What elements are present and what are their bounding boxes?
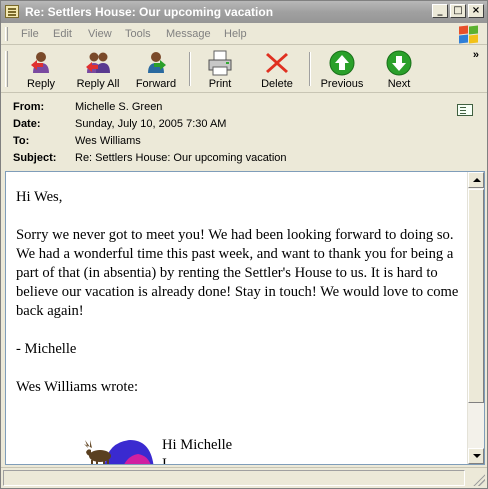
message-body-pane[interactable]: Hi Wes, Sorry we never got to meet you! … <box>5 171 485 465</box>
printer-icon <box>206 49 234 77</box>
minimize-button[interactable]: _ <box>432 4 448 18</box>
window-title: Re: Settlers House: Our upcoming vacatio… <box>25 5 274 19</box>
scroll-down-button[interactable] <box>468 448 484 464</box>
toolbar: Reply Reply All Forward Print Delete Pre… <box>1 46 487 93</box>
next-button[interactable]: Next <box>377 48 421 92</box>
quoted-text: Hi Michelle I … <box>162 436 233 465</box>
windows-logo-icon <box>459 25 479 44</box>
greeting: Hi Wes, <box>16 189 63 205</box>
from-value[interactable]: Michelle S. Green <box>75 101 162 113</box>
message-body: Hi Wes, Sorry we never got to meet you! … <box>16 188 462 416</box>
contact-card-icon[interactable] <box>457 104 473 116</box>
forward-button[interactable]: Forward <box>129 48 183 92</box>
date-value: Sunday, July 10, 2005 7:30 AM <box>75 118 227 130</box>
scroll-up-button[interactable] <box>468 172 484 188</box>
reply-all-icon <box>84 49 112 77</box>
to-value[interactable]: Wes Williams <box>75 135 141 147</box>
message-header: From: Michelle S. Green Date: Sunday, Ju… <box>1 94 487 169</box>
to-label: To: <box>13 135 30 147</box>
down-arrow-icon <box>385 49 413 77</box>
menu-file[interactable]: File <box>21 28 39 40</box>
date-label: Date: <box>13 118 41 130</box>
quoted-line-partial: I … <box>162 456 186 465</box>
toolbar-separator <box>189 52 191 86</box>
print-button[interactable]: Print <box>197 48 243 92</box>
menu-tools[interactable]: Tools <box>125 28 151 40</box>
body-paragraph: Sorry we never got to meet you! We had b… <box>16 227 459 319</box>
message-icon <box>5 5 19 18</box>
status-panel <box>3 470 465 486</box>
toolbar-overflow-button[interactable]: » <box>473 49 479 61</box>
moose-logo-image <box>82 434 156 464</box>
close-button[interactable]: × <box>468 4 484 18</box>
previous-button[interactable]: Previous <box>315 48 369 92</box>
from-label: From: <box>13 101 45 113</box>
status-bar <box>1 467 487 488</box>
menu-bar: File Edit View Tools Message Help <box>1 23 487 45</box>
toolbar-grip[interactable] <box>5 51 8 87</box>
menu-view[interactable]: View <box>88 28 112 40</box>
menu-edit[interactable]: Edit <box>53 28 72 40</box>
subject-label: Subject: <box>13 152 57 164</box>
vertical-scrollbar[interactable] <box>467 172 484 464</box>
quoted-greeting: Hi Michelle <box>162 437 233 453</box>
up-arrow-icon <box>328 49 356 77</box>
subject-value: Re: Settlers House: Our upcoming vacatio… <box>75 152 287 164</box>
delete-x-icon <box>263 49 291 77</box>
scroll-thumb[interactable] <box>468 189 484 403</box>
quoted-message: Hi Michelle I … <box>82 434 462 465</box>
email-window: Re: Settlers House: Our upcoming vacatio… <box>0 0 488 489</box>
reply-icon <box>27 49 55 77</box>
toolbar-separator <box>309 52 311 86</box>
reply-button[interactable]: Reply <box>15 48 67 92</box>
quote-intro: Wes Williams wrote: <box>16 379 138 395</box>
maximize-button[interactable]: □ <box>450 4 466 18</box>
forward-icon <box>142 49 170 77</box>
title-bar[interactable]: Re: Settlers House: Our upcoming vacatio… <box>1 1 487 23</box>
menu-grip[interactable] <box>5 27 8 41</box>
menu-message[interactable]: Message <box>166 28 211 40</box>
signoff: - Michelle <box>16 341 77 357</box>
delete-button[interactable]: Delete <box>251 48 303 92</box>
resize-grip[interactable] <box>473 474 485 486</box>
reply-all-button[interactable]: Reply All <box>71 48 125 92</box>
menu-help[interactable]: Help <box>224 28 247 40</box>
